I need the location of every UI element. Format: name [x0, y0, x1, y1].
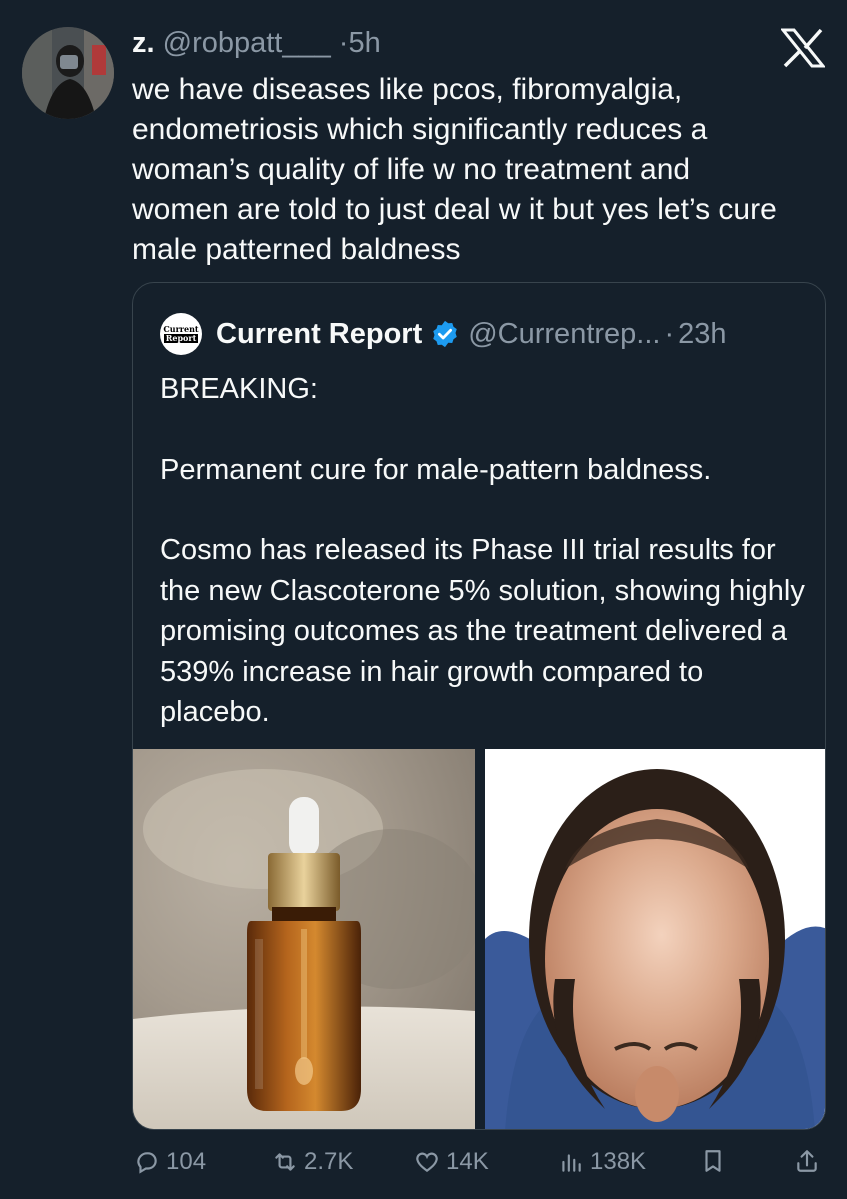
action-bar: 104 2.7K 14K 138K [132, 1148, 826, 1186]
views-count: 138K [590, 1148, 647, 1175]
quoted-time[interactable]: 23h [678, 318, 726, 351]
reply-icon [137, 1152, 157, 1174]
verified-badge-icon [433, 320, 457, 348]
serum-bottle-image[interactable] [133, 749, 475, 1129]
like-icon [416, 1152, 438, 1172]
quoted-tweet[interactable]: Current Report Current Report @Currentre… [132, 282, 826, 1130]
balding-head-image[interactable] [485, 749, 825, 1129]
author-name[interactable]: z. [132, 27, 155, 59]
quoted-paragraph-body: Cosmo has released its Phase III trial r… [160, 534, 805, 728]
quoted-avatar[interactable]: Current Report [160, 313, 202, 355]
author-handle[interactable]: @robpatt___ [163, 27, 331, 59]
like-count: 14K [446, 1148, 489, 1175]
bookmark-icon [705, 1150, 721, 1172]
tweet-header: z. @robpatt___ ·5h [132, 26, 381, 60]
quoted-media [133, 749, 825, 1129]
quoted-paragraph-breaking: BREAKING: [160, 373, 318, 405]
tweet-time[interactable]: 5h [348, 27, 380, 59]
reply-count: 104 [166, 1148, 207, 1175]
repost-icon [275, 1153, 295, 1171]
author-avatar[interactable] [22, 27, 114, 119]
like-button[interactable]: 14K [414, 1148, 489, 1176]
bookmark-button[interactable] [700, 1148, 726, 1174]
quoted-header: Current Report Current Report @Currentre… [160, 313, 727, 355]
x-logo-icon[interactable] [781, 28, 825, 68]
share-icon [797, 1150, 817, 1172]
quoted-author-handle[interactable]: @Currentrep... [468, 318, 660, 351]
quoted-separator: · [664, 317, 675, 350]
reply-button[interactable]: 104 [134, 1148, 206, 1176]
quoted-logo-bottom: Report [163, 333, 199, 343]
tweet-text: we have diseases like pcos, fibromyalgia… [132, 73, 777, 266]
views-button[interactable]: 138K [558, 1148, 646, 1176]
repost-count: 2.7K [304, 1148, 354, 1175]
share-button[interactable] [794, 1148, 820, 1174]
views-icon [562, 1154, 581, 1172]
quoted-paragraph-headline: Permanent cure for male-pattern baldness… [160, 453, 712, 486]
quoted-author-name[interactable]: Current Report [216, 318, 422, 351]
repost-button[interactable]: 2.7K [272, 1148, 353, 1176]
